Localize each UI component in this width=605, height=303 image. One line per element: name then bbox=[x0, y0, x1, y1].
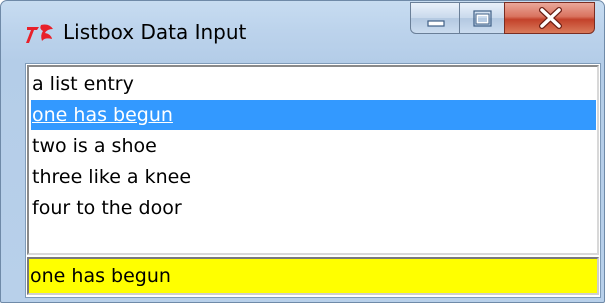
list-item[interactable]: a list entry bbox=[31, 69, 596, 99]
entry-field[interactable]: one has begun bbox=[27, 257, 599, 295]
window-title: Listbox Data Input bbox=[63, 20, 247, 44]
list-item[interactable]: two is a shoe bbox=[31, 131, 596, 161]
list-item-selected[interactable]: one has begun bbox=[31, 100, 596, 130]
listbox[interactable]: a list entry one has begun two is a shoe… bbox=[27, 65, 599, 255]
client-area: a list entry one has begun two is a shoe… bbox=[25, 63, 601, 298]
close-icon bbox=[539, 7, 562, 29]
title-bar[interactable]: Listbox Data Input bbox=[1, 1, 604, 63]
close-button[interactable] bbox=[504, 2, 595, 34]
minimize-icon bbox=[427, 20, 445, 27]
maximize-icon bbox=[473, 10, 492, 27]
list-item[interactable]: four to the door bbox=[31, 193, 596, 223]
maximize-button[interactable] bbox=[459, 2, 505, 34]
list-item[interactable]: three like a knee bbox=[31, 162, 596, 192]
minimize-button[interactable] bbox=[410, 2, 460, 34]
caption-buttons bbox=[410, 2, 595, 34]
tk-feather-icon[interactable] bbox=[25, 21, 55, 45]
app-window: Listbox Data Input a list entry one has … bbox=[0, 0, 605, 303]
